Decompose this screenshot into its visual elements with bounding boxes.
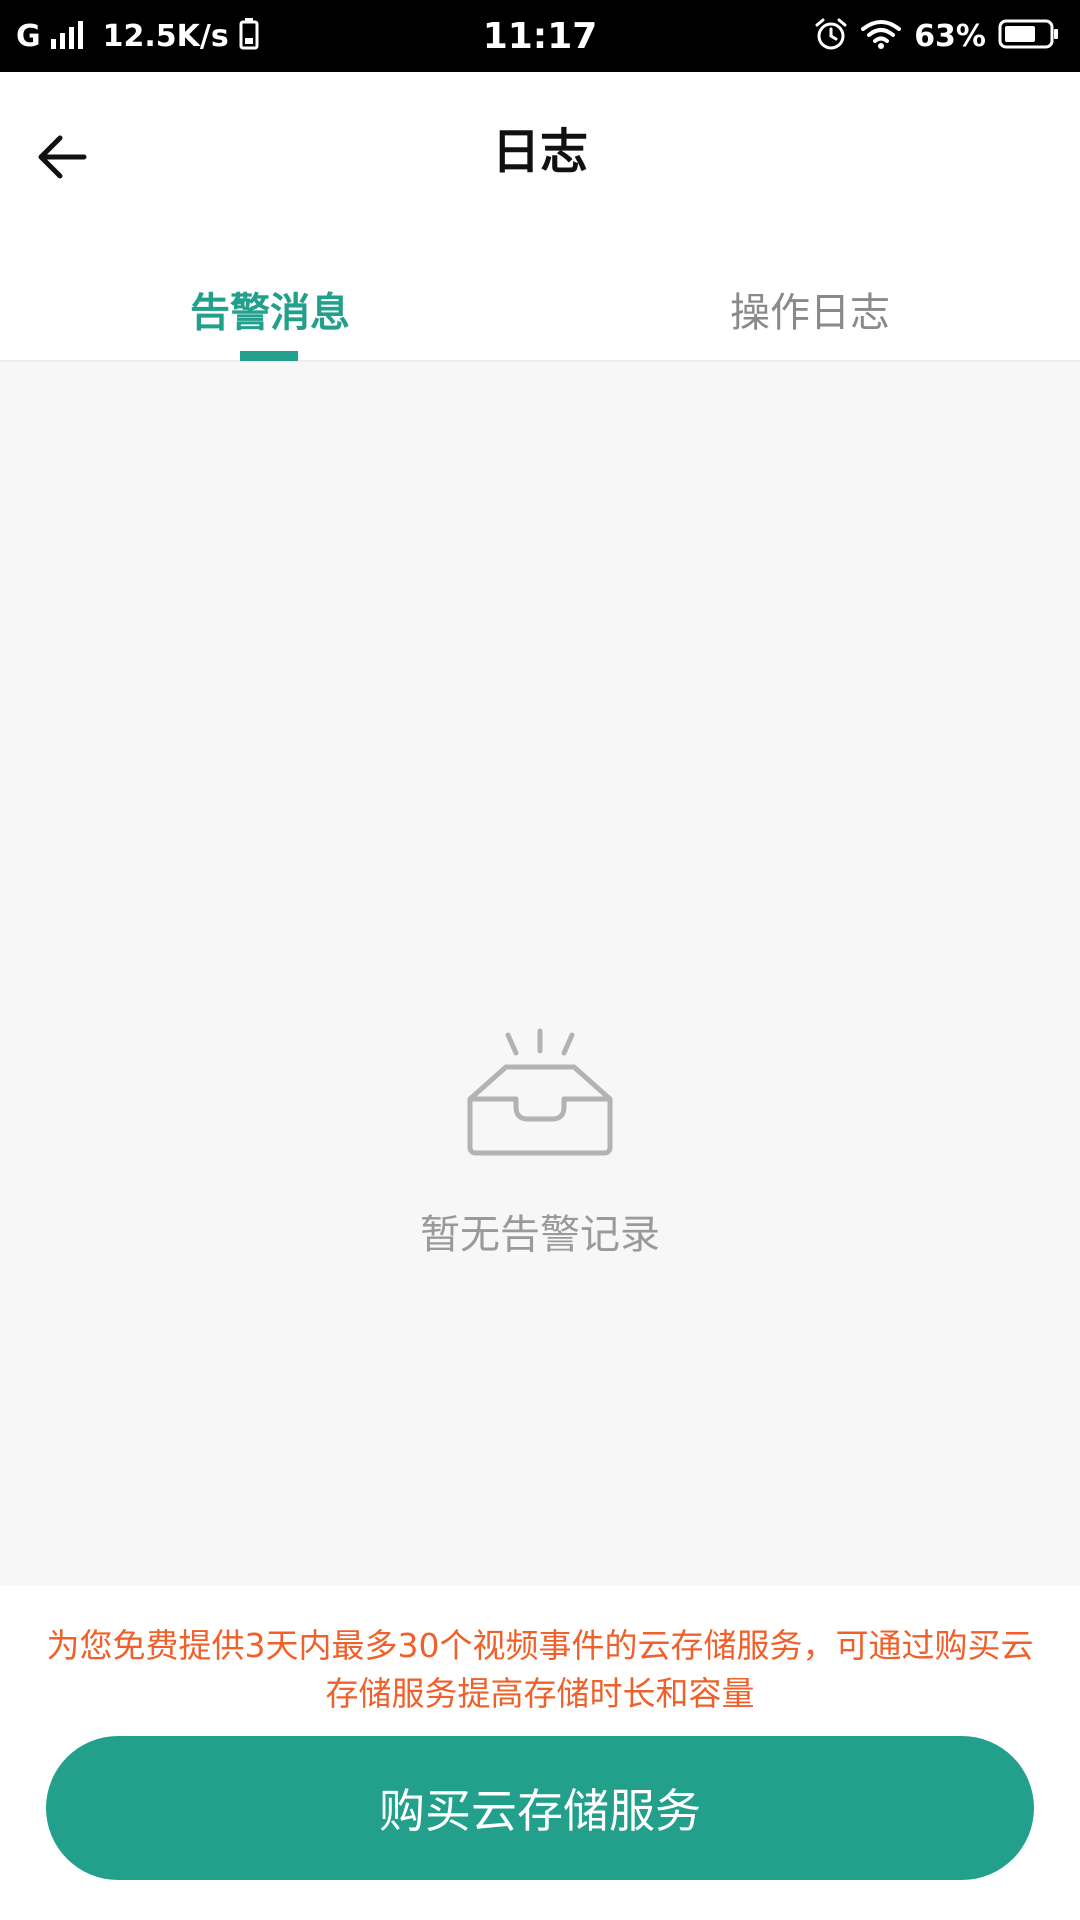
status-bar: G 12.5K/s 11:17 63%: [0, 0, 1080, 72]
back-button[interactable]: [30, 127, 94, 191]
tab-operation-log-label: 操作日志: [730, 290, 890, 336]
tab-alarm-messages[interactable]: 告警消息: [0, 242, 540, 360]
signal-icon: [50, 19, 87, 53]
alarm-list: 暂无告警记录: [0, 362, 1080, 1586]
tab-bar: 告警消息 操作日志: [0, 242, 1080, 362]
app-header: 日志: [0, 72, 1080, 242]
battery-icon: [998, 18, 1060, 54]
battery-percent: 63%: [914, 18, 986, 54]
empty-state-text: 暂无告警记录: [420, 1212, 660, 1258]
sim-battery-icon: [239, 18, 259, 54]
tab-alarm-messages-label: 告警消息: [190, 290, 350, 336]
back-arrow-icon: [36, 133, 88, 185]
wifi-icon: [860, 18, 902, 54]
cloud-storage-notice: 为您免费提供3天内最多30个视频事件的云存储服务，可通过购买云存储服务提高存储时…: [46, 1626, 1034, 1713]
alarm-icon: [814, 17, 848, 55]
network-type: G: [16, 18, 41, 54]
status-bar-right: 63%: [814, 0, 1060, 72]
network-speed: 12.5K/s: [102, 18, 229, 54]
status-bar-left: G 12.5K/s: [16, 0, 259, 72]
buy-cloud-storage-button[interactable]: 购买云存储服务: [46, 1736, 1034, 1880]
tab-operation-log[interactable]: 操作日志: [540, 242, 1080, 360]
page-title: 日志: [491, 124, 588, 180]
active-tab-indicator: [240, 351, 298, 361]
footer: 为您免费提供3天内最多30个视频事件的云存储服务，可通过购买云存储服务提高存储时…: [0, 1586, 1080, 1920]
empty-inbox-icon: [462, 1027, 618, 1157]
